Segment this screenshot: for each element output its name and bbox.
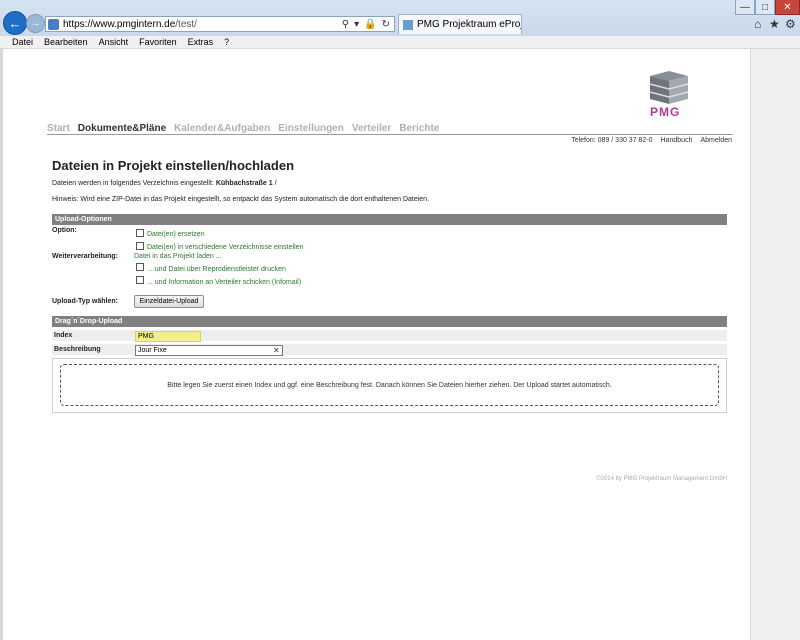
dragdrop-header: Drag´n´Drop-Upload xyxy=(52,316,727,327)
main-nav: Start Dokumente&Pläne Kalender&Aufgaben … xyxy=(47,123,439,134)
multi-directory-checkbox[interactable] xyxy=(136,242,144,250)
url-host: https://www.pmgintern.de xyxy=(63,18,176,30)
index-label: Index xyxy=(54,332,73,339)
single-file-upload-button[interactable]: Einzeldatei-Upload xyxy=(134,295,204,308)
zip-hint: Hinweis: Wird eine ZIP-Datei in das Proj… xyxy=(52,196,430,203)
handbook-link[interactable]: Handbuch xyxy=(661,137,693,144)
directory-info: Dateien werden in folgendes Verzeichnis … xyxy=(52,180,277,187)
minimize-button[interactable]: — xyxy=(735,0,755,15)
footer-copyright: ©2014 by PMG Projektraum Management GmbH xyxy=(596,476,727,482)
home-icon[interactable]: ⌂ xyxy=(754,17,761,31)
menu-favorites[interactable]: Favoriten xyxy=(139,37,177,47)
search-icon[interactable]: ⚲ xyxy=(342,19,349,30)
nav-item-settings[interactable]: Einstellungen xyxy=(278,123,344,134)
description-input[interactable] xyxy=(135,345,283,356)
processing-text: Datei in das Projekt laden ... xyxy=(134,253,222,260)
upload-type-label: Upload-Typ wählen: xyxy=(52,298,118,305)
dropzone-text: Bitte legen Sie zuerst einen Index und g… xyxy=(167,381,612,389)
tab-favicon-icon xyxy=(403,19,413,30)
menu-edit[interactable]: Bearbeiten xyxy=(44,37,88,47)
menu-bar: Datei Bearbeiten Ansicht Favoriten Extra… xyxy=(0,36,800,49)
page-frame-left xyxy=(0,49,3,640)
site-favicon-icon xyxy=(48,18,59,30)
page-title: Dateien in Projekt einstellen/hochladen xyxy=(52,158,295,173)
browser-tab[interactable]: PMG Projektraum eProject... ✕ xyxy=(398,14,522,34)
arrow-right-icon: → xyxy=(30,18,41,29)
file-dropzone[interactable]: Bitte legen Sie zuerst einen Index und g… xyxy=(60,364,719,406)
menu-help[interactable]: ? xyxy=(224,37,229,47)
processing-label: Weiterverarbeitung: xyxy=(52,253,118,260)
dropdown-icon[interactable]: ▾ xyxy=(354,19,359,30)
print-label[interactable]: ... und Datei über Reprodienstleister dr… xyxy=(147,266,286,273)
upload-options-header: Upload-Optionen xyxy=(52,214,727,225)
nav-divider xyxy=(47,134,733,135)
directory-prefix: Dateien werden in folgendes Verzeichnis … xyxy=(52,180,216,187)
nav-item-reports[interactable]: Berichte xyxy=(399,123,439,134)
option-label: Option: xyxy=(52,227,77,234)
maximize-button[interactable]: □ xyxy=(755,0,775,15)
description-label: Beschreibung xyxy=(54,346,101,353)
nav-item-calendar[interactable]: Kalender&Aufgaben xyxy=(174,123,270,134)
print-checkbox[interactable] xyxy=(136,263,144,271)
star-icon[interactable]: ★ xyxy=(769,17,780,31)
replace-files-checkbox[interactable] xyxy=(136,229,144,237)
nav-item-start[interactable]: Start xyxy=(47,123,70,134)
page-frame-right xyxy=(750,49,800,640)
nav-item-documents[interactable]: Dokumente&Pläne xyxy=(78,123,166,134)
menu-view[interactable]: Ansicht xyxy=(99,37,129,47)
refresh-icon[interactable]: ↻ xyxy=(382,19,390,30)
top-info-bar: Telefon: 089 / 330 37 82-0 Handbuch Abme… xyxy=(571,137,732,144)
nav-item-distribution[interactable]: Verteiler xyxy=(352,123,391,134)
phone-info: Telefon: 089 / 330 37 82-0 xyxy=(571,137,653,144)
back-button[interactable]: ← xyxy=(3,11,27,35)
logo-text: PMG xyxy=(650,105,681,119)
index-input[interactable] xyxy=(135,331,201,342)
replace-files-label[interactable]: Datei(en) ersetzen xyxy=(147,231,205,238)
menu-file[interactable]: Datei xyxy=(12,37,33,47)
arrow-left-icon: ← xyxy=(8,15,22,31)
forward-button[interactable]: → xyxy=(26,14,45,33)
lock-icon[interactable]: 🔒 xyxy=(364,19,376,30)
directory-suffix: / xyxy=(272,180,277,187)
multi-directory-label[interactable]: Datei(en) in verschiedene Verzeichnisse … xyxy=(147,244,303,251)
address-bar[interactable]: https://www.pmgintern.de/test/ ⚲ ▾ 🔒 ↻ xyxy=(45,16,395,32)
close-window-button[interactable]: ✕ xyxy=(775,0,800,15)
maximize-icon: □ xyxy=(761,1,769,13)
infomail-checkbox[interactable] xyxy=(136,276,144,284)
browser-chrome: ← → https://www.pmgintern.de/test/ ⚲ ▾ 🔒… xyxy=(0,0,800,49)
tab-title: PMG Projektraum eProject... xyxy=(417,19,522,30)
clear-input-icon[interactable]: ✕ xyxy=(273,345,280,356)
directory-name: Kühbachstraße 1 xyxy=(215,180,273,187)
url-path: /test/ xyxy=(175,18,197,30)
gear-icon[interactable]: ⚙ xyxy=(785,17,796,31)
menu-tools[interactable]: Extras xyxy=(188,37,214,47)
close-icon: ✕ xyxy=(783,1,792,13)
logout-link[interactable]: Abmelden xyxy=(700,137,732,144)
minimize-icon: — xyxy=(740,1,750,13)
infomail-label[interactable]: ... und Information an Verteiler schicke… xyxy=(147,279,301,286)
address-url: https://www.pmgintern.de/test/ xyxy=(63,19,197,30)
